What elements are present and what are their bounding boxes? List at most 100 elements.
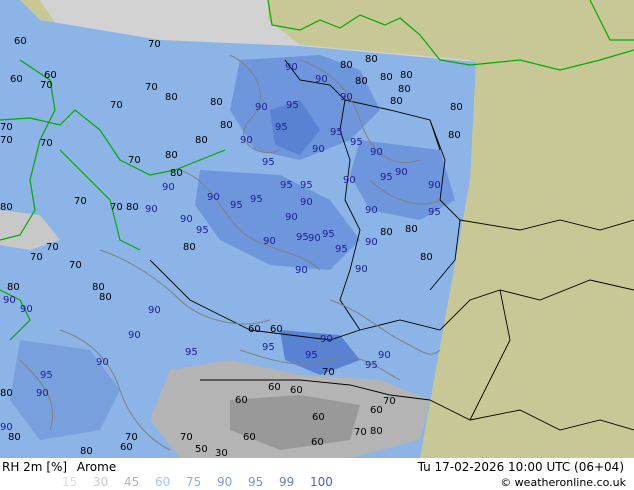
rh-label: 60: [312, 412, 325, 423]
rh-label: 95: [380, 172, 393, 183]
rh-label: 95: [196, 225, 209, 236]
rh-label: 80: [450, 102, 463, 113]
rh-label: 90: [148, 305, 161, 316]
rh-label: 80: [365, 54, 378, 65]
rh-label: 80: [195, 135, 208, 146]
rh-label: 90: [365, 237, 378, 248]
rh-label: 80: [340, 60, 353, 71]
rh-label: 95: [250, 194, 263, 205]
rh-label: 95: [40, 370, 53, 381]
rh-label: 70: [383, 396, 396, 407]
rh-label: 80: [420, 252, 433, 263]
scale-value: 99: [279, 475, 295, 489]
rh-label: 95: [286, 100, 299, 111]
rh-label: 90: [96, 357, 109, 368]
rh-label: 70: [40, 80, 53, 91]
rh-label: 60: [311, 437, 324, 448]
rh-label: 95: [230, 200, 243, 211]
rh-label: 90: [207, 192, 220, 203]
rh-label: 90: [36, 388, 49, 399]
rh-label: 90: [300, 197, 313, 208]
rh-label: 80: [170, 168, 183, 179]
rh-label: 70: [110, 100, 123, 111]
rh-label: 90: [263, 236, 276, 247]
rh-label: 95: [305, 350, 318, 361]
rh-label: 90: [145, 204, 158, 215]
rh-label: 90: [162, 182, 175, 193]
rh-label: 70: [128, 155, 141, 166]
model-label: Arome: [76, 460, 117, 474]
rh-label: 90: [20, 304, 33, 315]
rh-label: 90: [340, 92, 353, 103]
rh-label: 90: [128, 330, 141, 341]
rh-label: 60: [290, 385, 303, 396]
rh-label: 60: [14, 36, 27, 47]
rh-label: 50: [195, 444, 208, 455]
rh-label: 30: [215, 448, 228, 458]
variable-label: RH 2m [%]: [2, 460, 68, 474]
rh-label: 70: [74, 196, 87, 207]
rh-label: 95: [280, 180, 293, 191]
rh-label: 60: [248, 324, 261, 335]
rh-label: 95: [275, 122, 288, 133]
rh-label: 80: [370, 426, 383, 437]
rh-label: 95: [350, 137, 363, 148]
rh-label: 60: [270, 324, 283, 335]
rh-label: 70: [180, 432, 193, 443]
rh-label: 90: [240, 135, 253, 146]
rh-label: 90: [0, 422, 13, 433]
credit-link[interactable]: © weatheronline.co.uk: [500, 476, 626, 489]
rh-label: 95: [262, 342, 275, 353]
rh-label: 70: [46, 242, 59, 253]
rh-label: 60: [370, 405, 383, 416]
map-canvas: 70 60 60 70 60 70 70 70 70 70 80 80 80 8…: [0, 0, 634, 458]
rh-label: 80: [99, 292, 112, 303]
rh-label: 80: [220, 120, 233, 131]
rh-label: 90: [428, 180, 441, 191]
rh-label: 70: [145, 82, 158, 93]
rh-label: 70: [110, 202, 123, 213]
weather-map: 70 60 60 70 60 70 70 70 70 70 80 80 80 8…: [0, 0, 634, 458]
rh-label: 70: [69, 260, 82, 271]
scale-value: 90: [217, 475, 233, 489]
rh-label: 95: [262, 157, 275, 168]
rh-label: 90: [370, 147, 383, 158]
rh-label: 60: [120, 442, 133, 453]
rh-label: 90: [308, 233, 321, 244]
scale-value: 100: [310, 475, 333, 489]
rh-label: 70: [0, 135, 13, 146]
rh-label: 90: [285, 212, 298, 223]
rh-label: 60: [44, 70, 57, 81]
rh-label: 90: [255, 102, 268, 113]
rh-label: 95: [428, 207, 441, 218]
rh-label: 80: [210, 97, 223, 108]
rh-label: 90: [355, 264, 368, 275]
rh-label: 95: [335, 244, 348, 255]
rh-label: 90: [315, 74, 328, 85]
rh-label: 80: [126, 202, 139, 213]
scale-value: 75: [186, 475, 202, 489]
rh-label: 90: [365, 205, 378, 216]
rh-label: 90: [378, 350, 391, 361]
valid-time: Tu 17-02-2026 10:00 UTC (06+04): [417, 460, 624, 474]
rh-label: 80: [183, 242, 196, 253]
scale-value: 15: [62, 475, 78, 489]
map-title: RH 2m [%] Arome: [2, 460, 116, 474]
scale-value: 45: [124, 475, 140, 489]
rh-label: 95: [330, 127, 343, 138]
rh-label: 60: [10, 74, 23, 85]
rh-label: 95: [322, 229, 335, 240]
rh-label: 90: [285, 62, 298, 73]
rh-label: 95: [300, 180, 313, 191]
scale-value: 60: [155, 475, 171, 489]
scale-value: 95: [248, 475, 264, 489]
rh-label: 90: [320, 334, 333, 345]
rh-label: 95: [365, 360, 378, 371]
rh-label: 70: [0, 122, 13, 133]
rh-label: 80: [165, 150, 178, 161]
rh-label: 80: [355, 76, 368, 87]
rh-label: 95: [185, 347, 198, 358]
rh-label: 70: [322, 367, 335, 378]
rh-label: 70: [354, 427, 367, 438]
rh-label: 90: [3, 295, 16, 306]
